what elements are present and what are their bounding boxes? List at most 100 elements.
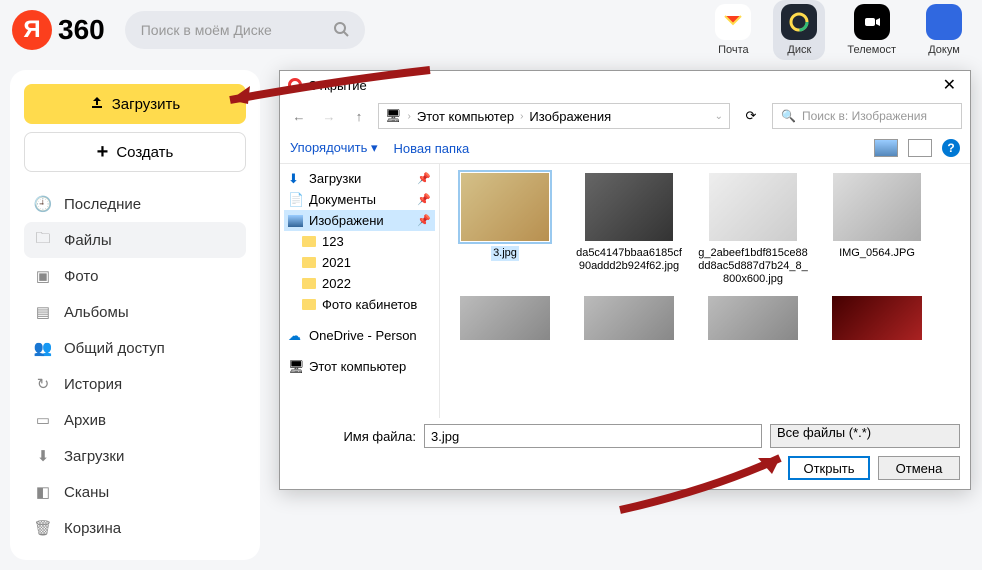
- nav-label: Сканы: [64, 484, 109, 501]
- folder-icon: 🗀: [34, 231, 52, 249]
- organize-dropdown[interactable]: Упорядочить ▾: [290, 140, 378, 156]
- close-button[interactable]: ✕: [937, 75, 962, 95]
- folder-tree: ⬇Загрузки📌 📄Документы📌 Изображени📌 123 2…: [280, 164, 440, 418]
- tree-item-folder[interactable]: Фото кабинетов: [284, 294, 435, 315]
- service-telemost[interactable]: Телемост: [839, 0, 904, 60]
- file-item[interactable]: [572, 296, 686, 340]
- dialog-search-input[interactable]: 🔍 Поиск в: Изображения: [772, 103, 962, 129]
- cancel-button[interactable]: Отмена: [878, 456, 960, 480]
- thumbnail: [708, 172, 798, 242]
- thumbnail: [832, 296, 922, 340]
- thumbnail: [584, 296, 674, 340]
- chevron-right-icon: ›: [520, 111, 523, 122]
- file-grid: 3.jpg da5c4147bbaa6185cf90addd2b924f62.j…: [440, 164, 970, 418]
- sidebar-item-history[interactable]: ↻История: [24, 366, 246, 402]
- file-item[interactable]: 3.jpg: [448, 172, 562, 286]
- search-input[interactable]: Поиск в моём Диске: [125, 11, 365, 49]
- telemost-icon: [854, 4, 890, 40]
- file-item[interactable]: [448, 296, 562, 340]
- service-documents[interactable]: Докум: [918, 0, 970, 60]
- sidebar-item-archive[interactable]: ▭Архив: [24, 402, 246, 438]
- filename-input[interactable]: [424, 424, 762, 448]
- service-disk[interactable]: Диск: [773, 0, 825, 60]
- dialog-title: Открытие: [308, 78, 367, 93]
- filetype-select[interactable]: Все файлы (*.*): [770, 424, 960, 448]
- app-header: Я 360 Поиск в моём Диске Почта Диск Теле…: [0, 0, 982, 60]
- folder-icon: [302, 257, 316, 268]
- sidebar-item-trash[interactable]: 🗑Корзина: [24, 510, 246, 546]
- service-label: Диск: [787, 44, 811, 56]
- sidebar-item-shared[interactable]: 👥Общий доступ: [24, 330, 246, 366]
- pc-icon: 🖥: [385, 108, 402, 124]
- tree-item-onedrive[interactable]: ☁ OneDrive - Person: [284, 325, 435, 346]
- file-item[interactable]: [696, 296, 810, 340]
- nav-label: История: [64, 376, 122, 393]
- path-segment[interactable]: Изображения: [529, 109, 611, 124]
- tree-item-documents[interactable]: 📄Документы📌: [284, 189, 435, 210]
- file-item[interactable]: IMG_0564.JPG: [820, 172, 934, 286]
- sidebar-item-scans[interactable]: ◧Сканы: [24, 474, 246, 510]
- forward-button[interactable]: →: [318, 105, 340, 127]
- open-button[interactable]: Открыть: [788, 456, 870, 480]
- path-bar[interactable]: 🖥 › Этот компьютер › Изображения ⌄: [378, 103, 730, 129]
- pin-icon: 📌: [417, 172, 431, 185]
- create-button[interactable]: + Создать: [24, 132, 246, 172]
- upload-label: Загрузить: [112, 96, 181, 113]
- image-icon: [288, 215, 303, 227]
- refresh-button[interactable]: ⟳: [738, 103, 764, 129]
- dialog-nav: ← → ↑ 🖥 › Этот компьютер › Изображения ⌄…: [280, 99, 970, 133]
- tree-label: 123: [322, 234, 344, 249]
- file-item[interactable]: g_2abeef1bdf815ce88dd8ac5d887d7b24_8_800…: [696, 172, 810, 286]
- nav-label: Загрузки: [64, 448, 124, 465]
- tree-item-downloads[interactable]: ⬇ Загрузки 📌: [284, 168, 435, 189]
- disk-icon: [781, 4, 817, 40]
- opera-icon: [288, 78, 302, 92]
- sidebar-item-files[interactable]: 🗀Файлы: [24, 222, 246, 258]
- tree-label: 2021: [322, 255, 351, 270]
- file-name: IMG_0564.JPG: [837, 246, 917, 261]
- sidebar-item-albums[interactable]: ▤Альбомы: [24, 294, 246, 330]
- path-segment[interactable]: Этот компьютер: [417, 109, 514, 124]
- tree-item-images[interactable]: Изображени📌: [284, 210, 435, 231]
- folder-icon: [302, 278, 316, 289]
- file-item[interactable]: da5c4147bbaa6185cf90addd2b924f62.jpg: [572, 172, 686, 286]
- thumbnail: [832, 172, 922, 242]
- folder-icon: [302, 299, 316, 310]
- tree-label: Фото кабинетов: [322, 297, 417, 312]
- sidebar-item-recent[interactable]: 🕘Последние: [24, 186, 246, 222]
- thumbnail: [584, 172, 674, 242]
- view-mode-button[interactable]: [874, 139, 898, 157]
- search-icon: 🔍: [781, 109, 796, 123]
- tree-label: OneDrive - Person: [309, 328, 417, 343]
- search-placeholder: Поиск в: Изображения: [802, 109, 927, 123]
- mail-icon: [715, 4, 751, 40]
- upload-icon: [90, 95, 104, 113]
- download-icon: ⬇: [288, 171, 303, 186]
- doc-icon: 📄: [288, 192, 303, 207]
- tree-label: Загрузки: [309, 171, 361, 186]
- chevron-right-icon: ›: [408, 111, 411, 122]
- upload-button[interactable]: Загрузить: [24, 84, 246, 124]
- preview-pane-button[interactable]: [908, 139, 932, 157]
- sidebar-item-photo[interactable]: ▣Фото: [24, 258, 246, 294]
- logo[interactable]: Я 360: [12, 10, 105, 50]
- tree-item-folder[interactable]: 2021: [284, 252, 435, 273]
- file-item[interactable]: [820, 296, 934, 340]
- new-folder-button[interactable]: Новая папка: [394, 141, 470, 156]
- tree-label: Изображени: [309, 213, 384, 228]
- pin-icon: 📌: [417, 193, 431, 206]
- tree-item-folder[interactable]: 123: [284, 231, 435, 252]
- onedrive-icon: ☁: [288, 328, 303, 343]
- tree-label: 2022: [322, 276, 351, 291]
- thumbnail: [460, 172, 550, 242]
- clock-icon: 🕘: [34, 195, 52, 213]
- tree-item-folder[interactable]: 2022: [284, 273, 435, 294]
- help-button[interactable]: ?: [942, 139, 960, 157]
- sidebar-item-downloads[interactable]: ⬇Загрузки: [24, 438, 246, 474]
- file-name: da5c4147bbaa6185cf90addd2b924f62.jpg: [572, 246, 686, 274]
- chevron-down-icon[interactable]: ⌄: [715, 111, 723, 122]
- tree-item-pc[interactable]: 🖥Этот компьютер: [284, 356, 435, 377]
- up-button[interactable]: ↑: [348, 105, 370, 127]
- back-button[interactable]: ←: [288, 105, 310, 127]
- service-mail[interactable]: Почта: [707, 0, 759, 60]
